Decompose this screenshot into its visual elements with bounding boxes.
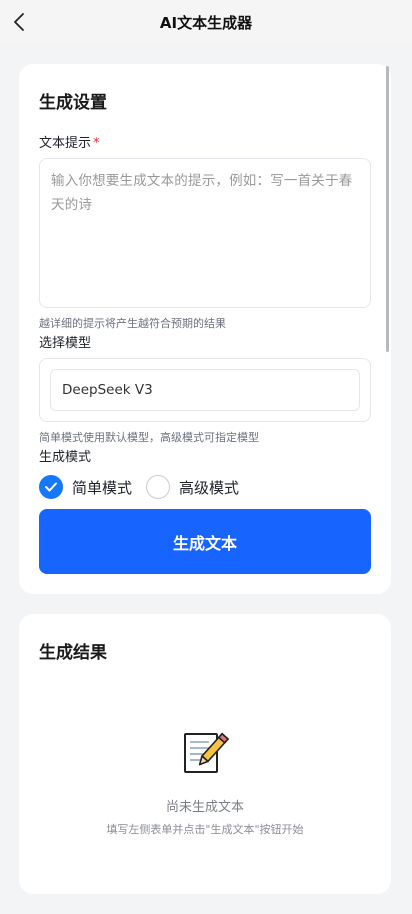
empty-state-title: 尚未生成文本 bbox=[165, 800, 244, 815]
prompt-textarea[interactable]: 输入你想要生成文本的提示，例如：写一首关于春天的诗 bbox=[39, 158, 371, 308]
radio-advanced-mode[interactable] bbox=[146, 475, 171, 499]
model-select-container: DeepSeek V3 bbox=[39, 358, 371, 422]
back-button[interactable] bbox=[6, 8, 34, 36]
prompt-placeholder: 输入你想要生成文本的提示，例如：写一首关于春天的诗 bbox=[51, 173, 353, 213]
top-bar: AI文本生成器 bbox=[0, 0, 412, 44]
mode-label: 生成模式 bbox=[39, 450, 92, 465]
required-mark: * bbox=[93, 136, 100, 151]
advanced-mode-label[interactable]: 高级模式 bbox=[179, 477, 239, 498]
mode-radio-group: 简单模式 高级模式 bbox=[39, 474, 253, 500]
chevron-left-icon bbox=[14, 13, 24, 31]
simple-mode-label[interactable]: 简单模式 bbox=[72, 477, 132, 498]
radio-simple-mode[interactable] bbox=[39, 475, 63, 499]
settings-card: 生成设置 文本提示 * 输入你想要生成文本的提示，例如：写一首关于春天的诗 越详细… bbox=[19, 64, 391, 594]
page-title: AI文本生成器 bbox=[159, 13, 253, 32]
model-hint: 简单模式使用默认模型，高级模式可指定模型 bbox=[39, 431, 259, 444]
model-label: 选择模型 bbox=[39, 336, 92, 351]
prompt-label: 文本提示 * bbox=[39, 136, 100, 151]
memo-pencil-icon bbox=[184, 732, 229, 773]
result-title: 生成结果 bbox=[39, 643, 107, 663]
model-select[interactable]: DeepSeek V3 bbox=[50, 369, 360, 411]
result-card: 生成结果 尚未生成文本 填写左侧表单并点击"生成文本"按钮开始 bbox=[19, 614, 391, 894]
generate-button[interactable]: 生成文本 bbox=[39, 509, 371, 574]
check-icon bbox=[45, 482, 57, 492]
scrollbar-thumb[interactable] bbox=[386, 66, 389, 352]
settings-title: 生成设置 bbox=[39, 93, 107, 113]
prompt-hint: 越详细的提示将产生越符合预期的结果 bbox=[39, 317, 226, 330]
empty-state-description: 填写左侧表单并点击"生成文本"按钮开始 bbox=[106, 823, 304, 836]
